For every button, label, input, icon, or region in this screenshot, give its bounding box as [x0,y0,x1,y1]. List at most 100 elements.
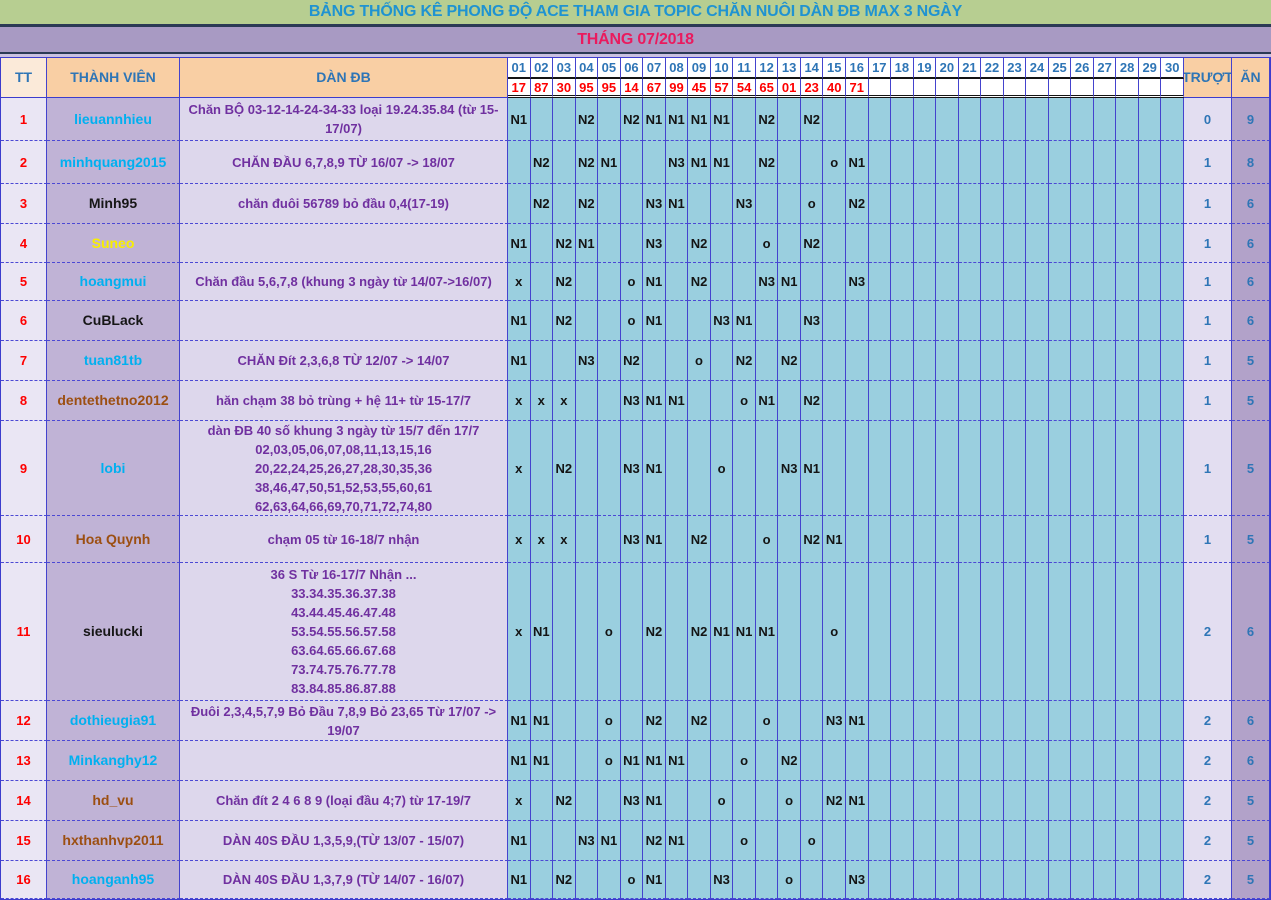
day-header: 14 [801,58,824,79]
day-cell: N1 [666,741,689,781]
day-cell: N2 [801,516,824,563]
day-cell [891,701,914,741]
dan-line: 20,22,24,25,26,27,28,30,35,36 [255,459,432,478]
day-cell [1139,224,1162,263]
day-cell: N1 [531,741,554,781]
day-cell [959,701,982,741]
day-cell [756,861,779,899]
day-cell [1116,341,1139,381]
truot-value: 1 [1184,224,1232,263]
day-cell [869,421,892,516]
day-cell [981,98,1004,141]
day-cell [1071,381,1094,421]
day-cell [1094,516,1117,563]
day-cell [1116,184,1139,224]
day-cell [1116,741,1139,781]
day-cell [1026,861,1049,899]
day-cell [936,224,959,263]
dan-description: chăn đuôi 56789 bỏ đầu 0,4(17-19) [180,184,508,224]
day-cell [1049,741,1072,781]
day-cell [598,184,621,224]
day-cell [1004,741,1027,781]
day-cell: o [778,861,801,899]
day-cell [1049,701,1072,741]
day-cell [643,141,666,184]
day-cell [846,821,869,861]
an-value: 5 [1232,381,1270,421]
day-cell [621,141,644,184]
day-result: 99 [666,79,689,98]
day-cell [936,821,959,861]
day-cell: o [598,563,621,701]
day-cell [576,563,599,701]
day-cell [981,861,1004,899]
day-cell [1071,701,1094,741]
day-cell [1161,701,1184,741]
row-index: 16 [1,861,47,899]
day-cell [914,861,937,899]
day-cell [891,741,914,781]
day-header: 30 [1161,58,1184,79]
day-cell [914,421,937,516]
day-cell [1094,741,1117,781]
day-cell: N2 [576,184,599,224]
day-result [1094,79,1117,98]
day-cell: o [778,781,801,821]
col-header-an: ĂN [1232,58,1270,98]
day-result: 23 [801,79,824,98]
day-result [914,79,937,98]
day-cell [846,421,869,516]
day-result [1071,79,1094,98]
day-cell [553,741,576,781]
day-cell [823,381,846,421]
dan-line: 02,03,05,06,07,08,11,13,15,16 [255,440,431,459]
day-cell [1139,98,1162,141]
day-cell [1071,224,1094,263]
day-cell [531,98,554,141]
day-cell: N1 [531,563,554,701]
day-cell: N3 [621,781,644,821]
day-cell: N1 [666,821,689,861]
day-result: 95 [598,79,621,98]
day-cell [666,563,689,701]
day-cell: N1 [801,421,824,516]
day-cell [823,861,846,899]
day-cell [733,224,756,263]
day-cell [598,781,621,821]
day-cell: N2 [553,263,576,301]
day-cell [981,184,1004,224]
dan-description: CHĂN Đít 2,3,6,8 TỪ 12/07 -> 14/07 [180,341,508,381]
day-cell: N1 [711,141,734,184]
day-cell [1049,224,1072,263]
day-result: 54 [733,79,756,98]
day-cell [1026,821,1049,861]
day-cell [801,741,824,781]
day-cell: N2 [576,98,599,141]
day-cell: N1 [711,98,734,141]
truot-value: 1 [1184,184,1232,224]
truot-value: 0 [1184,98,1232,141]
day-cell [576,301,599,341]
day-cell [801,781,824,821]
day-header: 22 [981,58,1004,79]
day-cell: o [733,381,756,421]
day-cell: N1 [666,381,689,421]
day-cell: N2 [846,184,869,224]
dan-line: dàn ĐB 40 số khung 3 ngày từ 15/7 đến 17… [208,421,480,440]
day-cell: N2 [643,821,666,861]
day-cell [1049,421,1072,516]
day-cell [846,341,869,381]
day-cell [1161,781,1184,821]
dan-line: 36 S Từ 16-17/7 Nhận ... [271,565,417,584]
day-cell: N2 [553,224,576,263]
day-cell [1026,263,1049,301]
day-result: 40 [823,79,846,98]
day-cell [891,516,914,563]
day-cell [936,563,959,701]
day-cell [891,263,914,301]
day-result: 14 [621,79,644,98]
member-name: Minh95 [47,184,180,224]
day-cell: N2 [688,516,711,563]
day-cell [1026,741,1049,781]
day-cell: N1 [643,381,666,421]
